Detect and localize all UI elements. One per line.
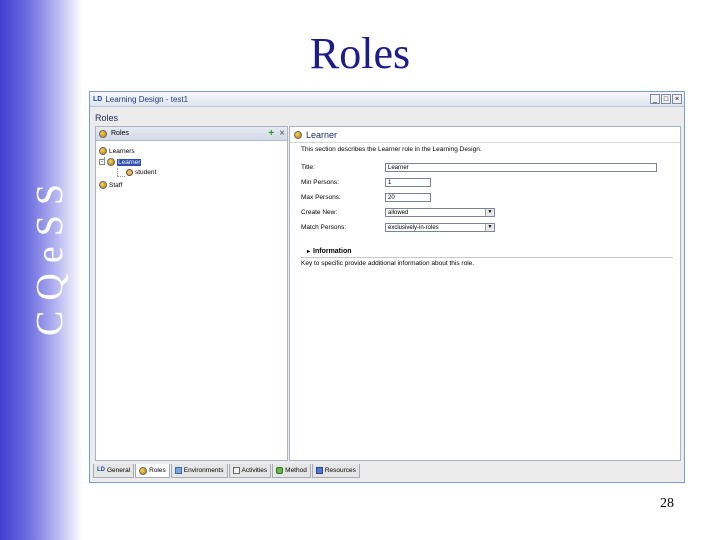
role-icon xyxy=(99,129,107,138)
environment-icon xyxy=(174,467,182,474)
create-new-select[interactable]: allowed ▼ xyxy=(385,208,495,217)
title-field[interactable]: Learner xyxy=(385,163,657,172)
max-persons-field[interactable]: 20 xyxy=(385,193,431,202)
method-icon xyxy=(276,467,284,474)
person-icon xyxy=(126,169,133,176)
title-label: Title: xyxy=(301,164,315,171)
tree-item-label: Learner xyxy=(117,158,142,166)
tree-connector xyxy=(117,176,125,177)
tree-item-label: student xyxy=(135,169,157,176)
match-persons-row: Match Persons: exclusively-in-roles ▼ xyxy=(301,223,495,232)
tab-label: General xyxy=(107,467,131,474)
app-window: LD Learning Design - test1 _ □ × Roles R… xyxy=(89,91,685,483)
close-button[interactable]: × xyxy=(672,94,682,104)
create-new-row: Create New: allowed ▼ xyxy=(301,208,495,217)
minimize-button[interactable]: _ xyxy=(650,94,660,104)
section-label: Roles xyxy=(95,113,119,123)
roles-panel-header: Roles + × xyxy=(96,127,287,141)
create-new-label: Create New: xyxy=(301,209,338,216)
maximize-button[interactable]: □ xyxy=(661,94,671,104)
page-number: 28 xyxy=(660,496,674,511)
role-icon xyxy=(99,181,107,189)
tab-label: Roles xyxy=(149,467,166,474)
editor-tabs: LD General Roles Environments Activities… xyxy=(93,464,361,478)
tab-method[interactable]: Method xyxy=(272,464,311,478)
resources-icon xyxy=(315,467,323,474)
tab-label: Activities xyxy=(241,467,268,474)
tab-label: Environments xyxy=(183,467,224,474)
min-persons-row: Min Persons: 1 xyxy=(301,178,431,187)
role-description: This section describes the Learner role … xyxy=(301,146,482,153)
roles-tree-panel: Roles + × Learners − Learner student Sta… xyxy=(95,126,288,461)
roles-panel-title: Roles xyxy=(111,130,129,137)
delete-role-button[interactable]: × xyxy=(279,128,285,139)
tab-label: Resources xyxy=(324,467,356,474)
max-persons-row: Max Persons: 20 xyxy=(301,193,431,202)
tab-resources[interactable]: Resources xyxy=(311,464,360,478)
tree-item-student[interactable]: student xyxy=(126,169,156,176)
tree-item-staff[interactable]: Staff xyxy=(99,181,122,189)
tree-item-label: Learners xyxy=(109,147,135,155)
ld-logo-icon: LD xyxy=(93,95,103,103)
tree-item-label: Staff xyxy=(109,181,123,189)
tab-label: Method xyxy=(285,467,307,474)
chevron-down-icon[interactable]: ▼ xyxy=(485,209,494,216)
title-row: Title: Learner xyxy=(301,163,657,172)
divider xyxy=(301,257,673,258)
ld-logo-icon: LD xyxy=(97,467,105,473)
role-details-panel: Learner This section describes the Learn… xyxy=(289,126,681,461)
create-new-value: allowed xyxy=(388,210,409,216)
information-section-toggle[interactable]: ▸ Information xyxy=(307,248,352,255)
side-band: CQeSS xyxy=(0,0,82,540)
tab-general[interactable]: LD General xyxy=(93,464,135,478)
collapse-icon[interactable]: − xyxy=(99,159,105,165)
tab-environments[interactable]: Environments xyxy=(170,464,228,478)
information-text: Key to specific provide additional infor… xyxy=(301,260,475,267)
role-details-header: Learner xyxy=(290,127,680,143)
max-persons-label: Max Persons: xyxy=(301,194,341,201)
chevron-down-icon[interactable]: ▼ xyxy=(485,224,494,231)
role-details-title: Learner xyxy=(306,129,338,140)
expand-triangle-icon: ▸ xyxy=(307,249,311,255)
activity-icon xyxy=(232,467,240,474)
side-label: CQeSS xyxy=(29,174,71,336)
tree-connector xyxy=(117,168,118,176)
window-controls: _ □ × xyxy=(650,94,682,104)
match-persons-value: exclusively-in-roles xyxy=(388,225,439,231)
role-icon xyxy=(139,466,148,475)
tree-item-learners[interactable]: Learners xyxy=(99,147,135,155)
add-role-button[interactable]: + xyxy=(268,128,274,139)
window-titlebar: LD Learning Design - test1 _ □ × xyxy=(90,92,684,107)
min-persons-field[interactable]: 1 xyxy=(385,178,431,187)
match-persons-label: Match Persons: xyxy=(301,224,347,231)
role-icon xyxy=(107,158,115,166)
tab-roles[interactable]: Roles xyxy=(135,464,170,478)
tab-activities[interactable]: Activities xyxy=(228,464,272,478)
role-icon xyxy=(99,147,107,155)
tree-item-learner[interactable]: − Learner xyxy=(99,158,142,166)
role-icon xyxy=(294,130,302,139)
information-label: Information xyxy=(313,248,352,255)
min-persons-label: Min Persons: xyxy=(301,179,339,186)
slide-title: Roles xyxy=(309,29,411,78)
window-title: Learning Design - test1 xyxy=(105,94,189,104)
match-persons-select[interactable]: exclusively-in-roles ▼ xyxy=(385,223,495,232)
